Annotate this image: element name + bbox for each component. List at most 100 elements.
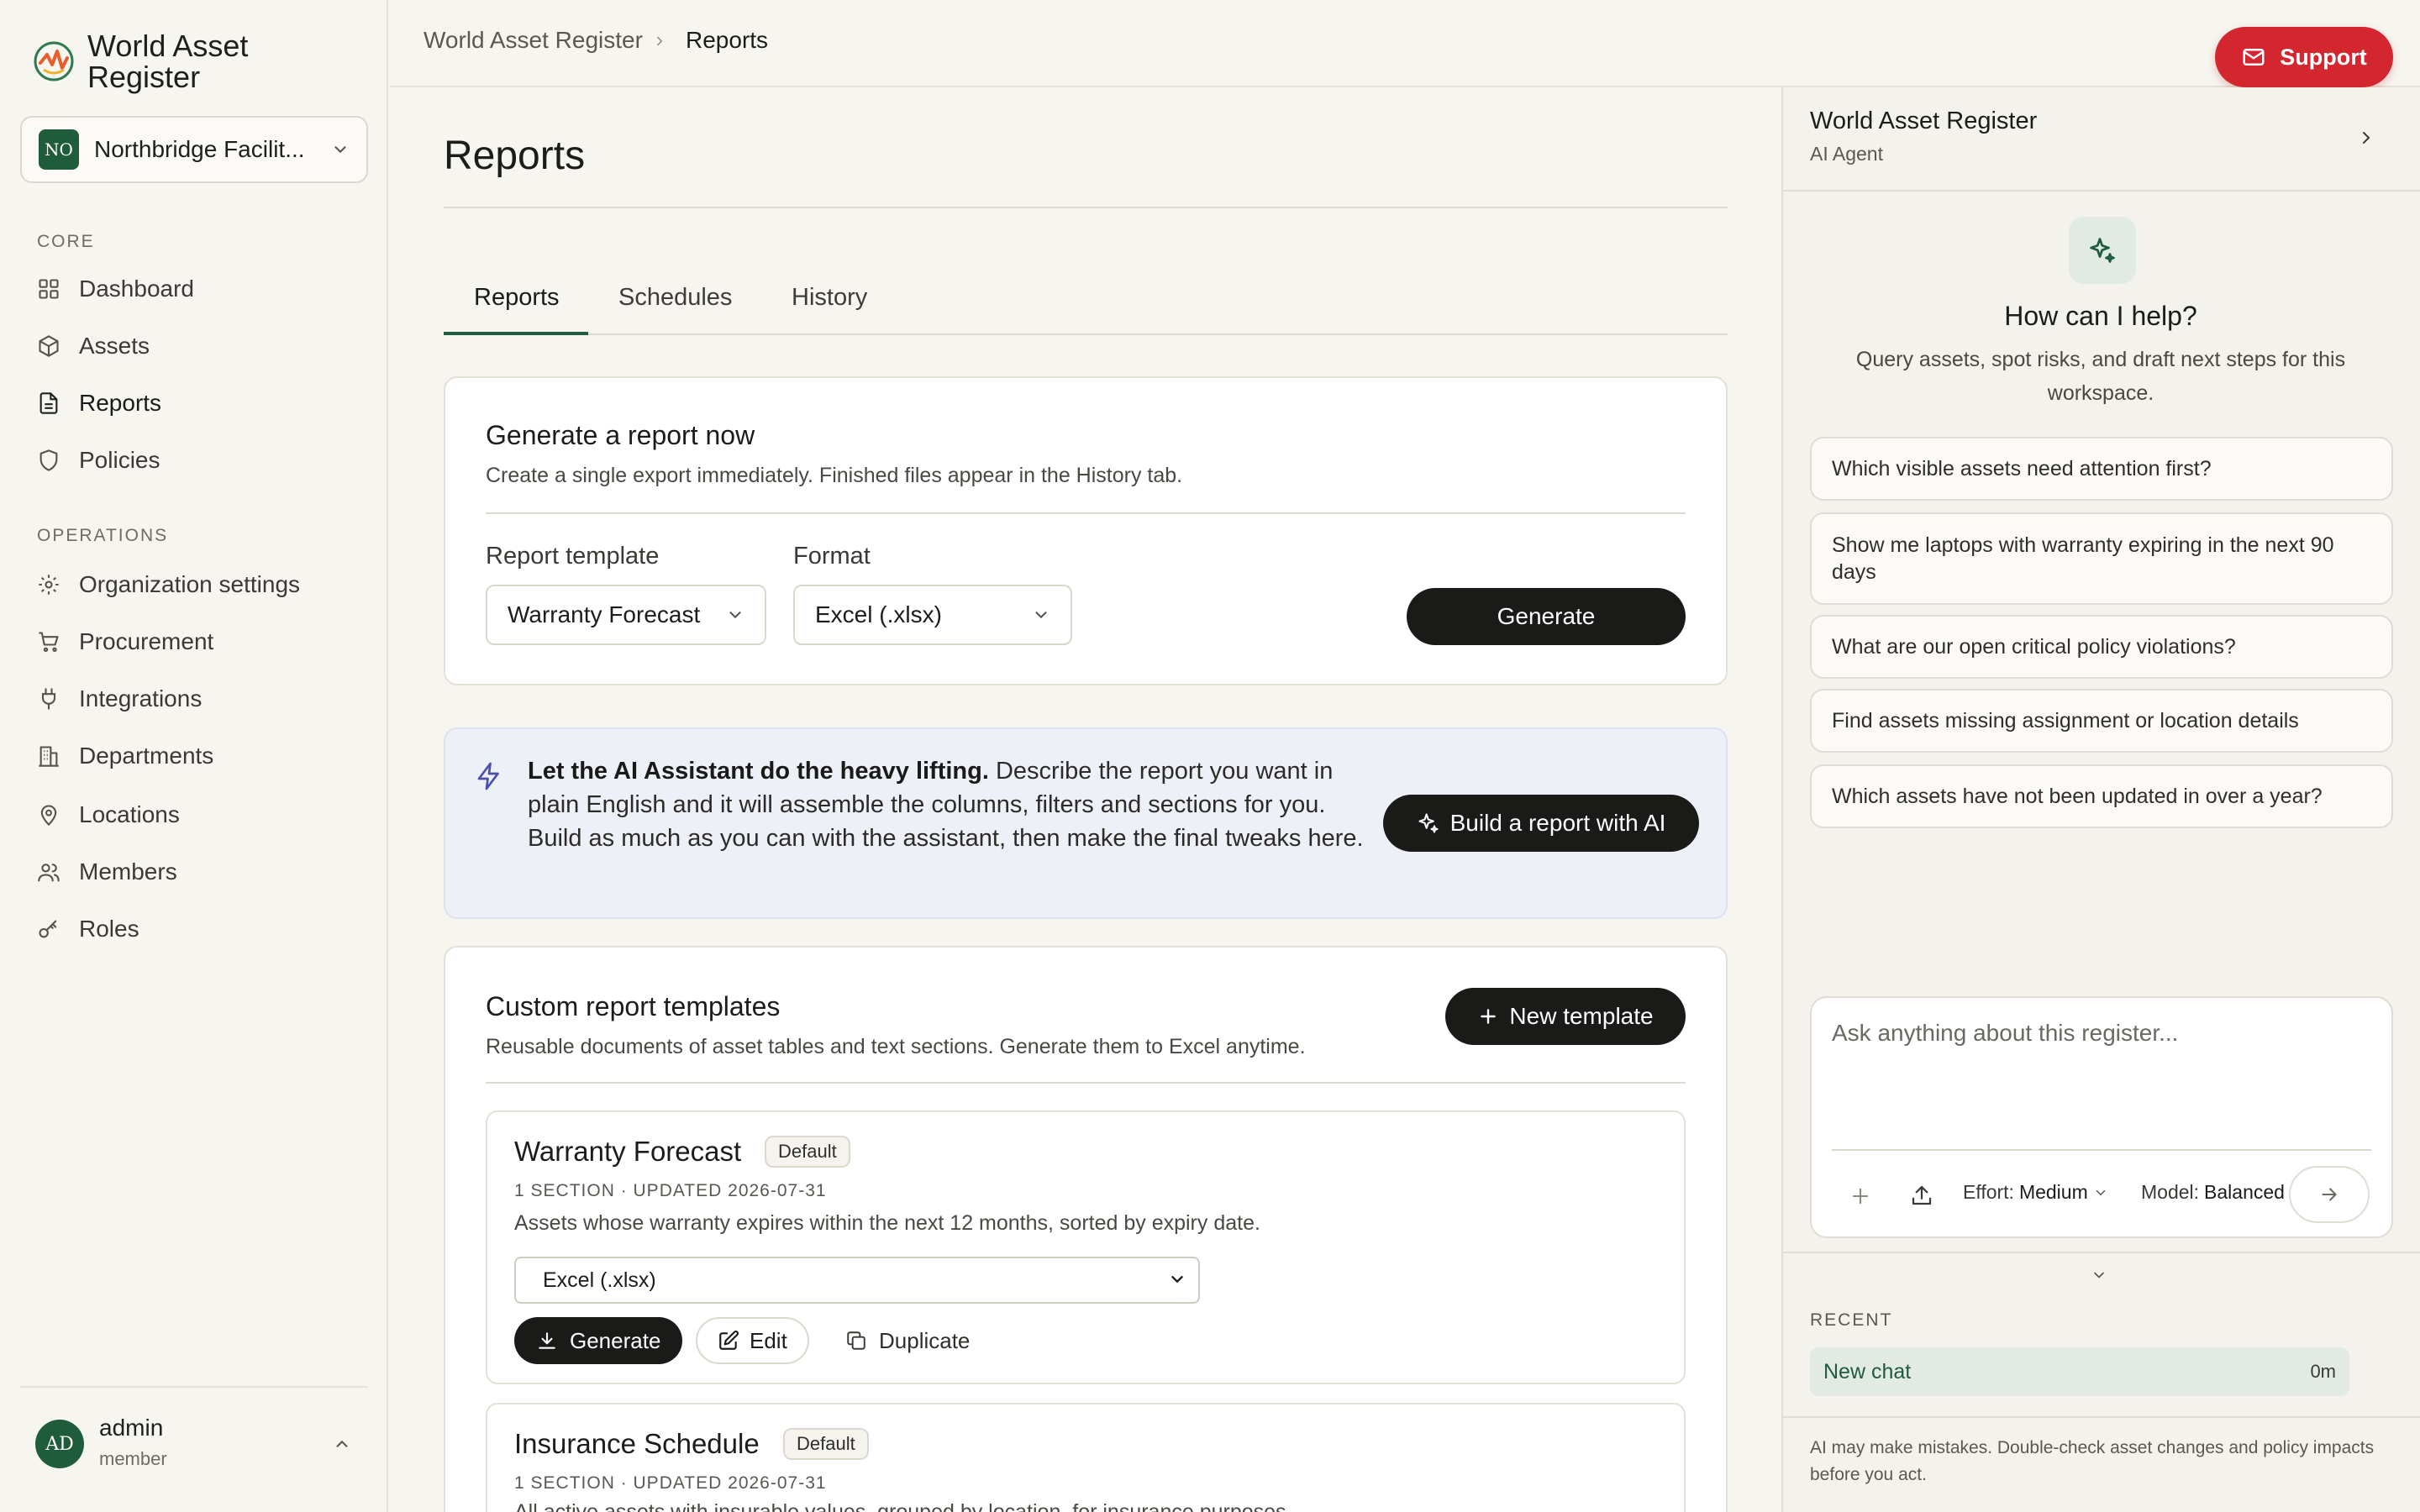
template-duplicate-button[interactable]: Duplicate bbox=[845, 1317, 970, 1364]
sidebar-item-label: Assets bbox=[79, 333, 150, 359]
plus-icon[interactable] bbox=[1849, 1184, 1872, 1208]
avatar[interactable]: AD bbox=[35, 1420, 84, 1468]
generate-card-subtitle: Create a single export immediately. Fini… bbox=[486, 464, 1183, 487]
sidebar-item-procurement[interactable]: Procurement bbox=[37, 623, 213, 660]
recent-label: RECENT bbox=[1810, 1310, 1893, 1330]
sidebar-item-locations[interactable]: Locations bbox=[37, 796, 180, 833]
chevron-down-icon[interactable] bbox=[2091, 1267, 2107, 1284]
build-report-with-ai-button[interactable]: Build a report with AI bbox=[1383, 795, 1699, 852]
download-icon bbox=[539, 1332, 555, 1349]
page-title: Reports bbox=[444, 134, 586, 178]
composer-divider-bottom bbox=[1783, 1252, 2420, 1253]
breadcrumb-current: Reports bbox=[686, 27, 769, 53]
active-tab-indicator bbox=[444, 332, 588, 335]
key-icon bbox=[39, 920, 57, 938]
model-selector[interactable]: Model: Balanced bbox=[2141, 1181, 2303, 1204]
recent-chat-item[interactable]: New chat 0m bbox=[1810, 1347, 2349, 1396]
custom-card-divider bbox=[486, 1082, 1686, 1084]
organization-selector[interactable]: NO Northbridge Facilit... bbox=[20, 116, 368, 183]
support-button[interactable]: Support bbox=[2215, 27, 2393, 87]
template-name: Warranty Forecast bbox=[514, 1136, 742, 1167]
breadcrumb-root[interactable]: World Asset Register bbox=[424, 27, 643, 54]
map-pin-icon bbox=[40, 805, 57, 827]
upload-icon[interactable] bbox=[1909, 1183, 1934, 1208]
user-name: admin bbox=[99, 1415, 164, 1441]
suggestion-chip[interactable]: Find assets missing assignment or locati… bbox=[1810, 689, 2393, 753]
recent-chat-time: 0m bbox=[2310, 1361, 2336, 1382]
template-edit-button[interactable]: Edit bbox=[696, 1317, 809, 1364]
user-role: member bbox=[99, 1448, 167, 1469]
edit-icon bbox=[719, 1331, 739, 1350]
sidebar-item-label: Roles bbox=[79, 916, 139, 942]
report-template-select[interactable]: Warranty Forecast bbox=[486, 585, 766, 645]
template-meta: 1 SECTION · UPDATED 2026-07-31 bbox=[514, 1181, 827, 1200]
tabs-divider bbox=[444, 333, 1728, 335]
help-subtitle: Query assets, spot risks, and draft next… bbox=[1855, 348, 2346, 405]
suggestion-chip[interactable]: Which assets have not been updated in ov… bbox=[1810, 764, 2393, 828]
gear-icon bbox=[39, 575, 59, 595]
operations-section-label: OPERATIONS bbox=[37, 526, 169, 545]
ai-disclaimer: AI may make mistakes. Double-check asset… bbox=[1810, 1438, 2375, 1484]
suggestion-chip[interactable]: Which visible assets need attention firs… bbox=[1810, 437, 2393, 501]
generate-button[interactable]: Generate bbox=[1407, 588, 1686, 645]
default-badge: Default bbox=[765, 1136, 850, 1168]
sidebar-item-label: Policies bbox=[79, 447, 160, 473]
users-icon bbox=[38, 864, 60, 882]
template-name: Insurance Schedule bbox=[514, 1428, 760, 1459]
format-select[interactable]: Excel (.xlsx) bbox=[793, 585, 1072, 645]
custom-templates-subtitle: Reusable documents of asset tables and t… bbox=[486, 1035, 1306, 1058]
sidebar-item-departments[interactable]: Departments bbox=[37, 738, 213, 774]
generate-card-title: Generate a report now bbox=[486, 420, 755, 450]
template-generate-button[interactable]: Generate bbox=[514, 1317, 683, 1364]
chat-input[interactable]: Ask anything about this register... bbox=[1832, 1020, 2178, 1047]
sidebar-item-members[interactable]: Members bbox=[37, 853, 177, 890]
support-label: Support bbox=[2280, 44, 2367, 70]
core-section-label: CORE bbox=[37, 232, 95, 251]
chevron-down-icon bbox=[2096, 1189, 2105, 1195]
agent-subtitle: AI Agent bbox=[1810, 143, 1883, 165]
agent-header-divider bbox=[1783, 190, 2420, 192]
model-label: Model: bbox=[2141, 1181, 2200, 1203]
suggestion-chip[interactable]: Show me laptops with warranty expiring i… bbox=[1810, 512, 2393, 605]
sidebar-item-organization-settings[interactable]: Organization settings bbox=[37, 566, 300, 603]
chevron-right-icon[interactable] bbox=[2356, 128, 2376, 148]
sidebar-item-reports[interactable]: Reports bbox=[37, 385, 161, 422]
new-template-button[interactable]: New template bbox=[1445, 988, 1686, 1045]
chevron-up-icon[interactable] bbox=[333, 1435, 351, 1453]
org-name: Northbridge Facilit... bbox=[94, 136, 305, 162]
effort-selector[interactable]: Effort: Medium bbox=[1963, 1181, 2108, 1204]
effort-label: Effort: bbox=[1963, 1181, 2014, 1203]
copy-icon bbox=[847, 1331, 865, 1350]
sidebar-item-dashboard[interactable]: Dashboard bbox=[37, 270, 194, 307]
plug-icon bbox=[41, 688, 56, 710]
help-title: How can I help? bbox=[2004, 301, 2197, 331]
sidebar-item-label: Organization settings bbox=[79, 571, 301, 597]
build-report-label: Build a report with AI bbox=[1449, 810, 1666, 836]
template-description: All active assets with insurable values,… bbox=[514, 1500, 1292, 1512]
sidebar-item-label: Reports bbox=[79, 390, 162, 416]
brand[interactable]: World Asset Register bbox=[32, 30, 248, 92]
template-meta: 1 SECTION · UPDATED 2026-07-31 bbox=[514, 1473, 827, 1493]
recent-divider bbox=[1783, 1416, 2420, 1418]
sidebar-item-policies[interactable]: Policies bbox=[37, 442, 160, 479]
sparkle-icon bbox=[2090, 238, 2115, 263]
box-icon bbox=[39, 335, 59, 357]
mail-icon bbox=[2243, 49, 2265, 66]
sidebar-item-integrations[interactable]: Integrations bbox=[37, 680, 202, 717]
suggestion-chip[interactable]: What are our open critical policy violat… bbox=[1810, 615, 2393, 679]
sidebar-item-assets[interactable]: Assets bbox=[37, 328, 150, 365]
report-template-label: Report template bbox=[486, 543, 660, 570]
template-format-select[interactable]: Excel (.xlsx) bbox=[514, 1257, 1200, 1304]
org-badge: NO bbox=[39, 129, 79, 170]
sparkle-badge bbox=[2069, 217, 2136, 284]
recent-chat-title: New chat bbox=[1823, 1359, 1912, 1383]
tab-reports[interactable]: Reports bbox=[474, 284, 560, 312]
tab-history[interactable]: History bbox=[792, 284, 867, 312]
building-icon bbox=[39, 746, 59, 767]
send-button[interactable] bbox=[2289, 1166, 2370, 1223]
tab-schedules[interactable]: Schedules bbox=[618, 284, 732, 312]
file-text-icon bbox=[39, 392, 58, 414]
sidebar-item-label: Locations bbox=[79, 801, 180, 827]
chevron-right-icon bbox=[657, 36, 663, 46]
sidebar-item-roles[interactable]: Roles bbox=[37, 911, 139, 948]
